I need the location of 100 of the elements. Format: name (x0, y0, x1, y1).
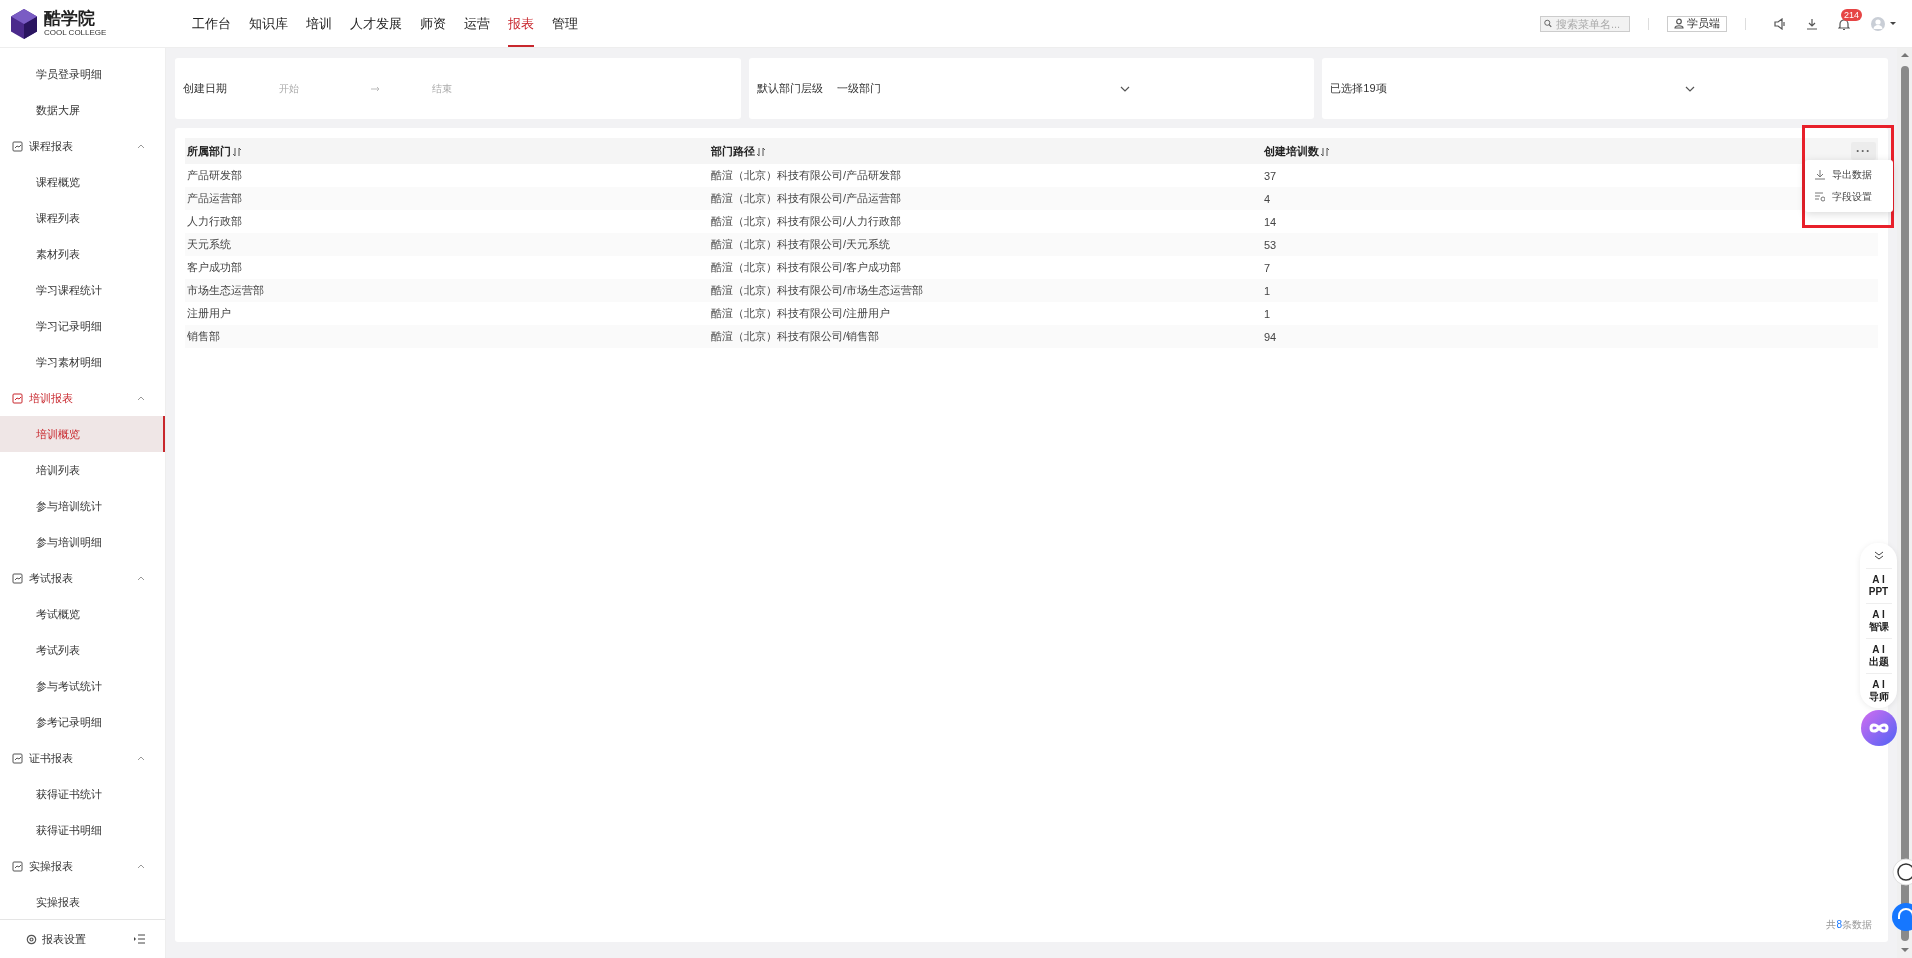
sort-icon (233, 147, 241, 156)
sidebar-item[interactable]: 数据大屏 (0, 92, 165, 128)
report-icon (12, 860, 23, 872)
report-icon (12, 752, 23, 764)
menu-item[interactable]: 字段设置 (1805, 186, 1893, 208)
table-cell: 酷渲（北京）科技有限公司/人力行政部 (709, 210, 1262, 233)
arrow-right-icon (371, 85, 380, 92)
table-cell: 产品研发部 (185, 164, 709, 187)
table-cell: 7 (1262, 256, 1462, 279)
ai-tool-button[interactable]: A I 导师 (1865, 673, 1892, 708)
ai-tool-button[interactable]: A I 出题 (1865, 638, 1892, 673)
nav-tab[interactable]: 知识库 (240, 0, 297, 47)
sidebar-item[interactable]: 学习课程统计 (0, 272, 165, 308)
chevron-up-icon (137, 574, 145, 582)
table-cell: 酷渲（北京）科技有限公司/产品研发部 (709, 164, 1262, 187)
sidebar-item[interactable]: 考试概览 (0, 596, 165, 632)
nav-tab[interactable]: 工作台 (183, 0, 240, 47)
table-cell: 人力行政部 (185, 210, 709, 233)
sidebar-item[interactable]: 参与培训统计 (0, 488, 165, 524)
sidebar-item[interactable]: 获得证书统计 (0, 776, 165, 812)
total-count: 共8条数据 (1826, 918, 1873, 932)
sidebar-item[interactable]: 实操报表 (0, 884, 165, 919)
list-settings-icon (1815, 192, 1825, 202)
nav-tab[interactable]: 管理 (543, 0, 587, 47)
sidebar-item[interactable]: 学习记录明细 (0, 308, 165, 344)
search-field[interactable]: 搜索菜单名... (1540, 15, 1630, 32)
bell-icon[interactable] (1838, 17, 1850, 30)
logo-icon (10, 7, 38, 40)
table-cell: 市场生态运营部 (185, 279, 709, 302)
sidebar-item[interactable]: 学习素材明细 (0, 344, 165, 380)
table-cell: 客户成功部 (185, 256, 709, 279)
report-settings-link[interactable]: 报表设置 (42, 931, 86, 947)
table-cell: 产品运营部 (185, 187, 709, 210)
notification-badge: 214 (1841, 8, 1863, 21)
sidebar-group[interactable]: 考试报表 (0, 560, 165, 596)
report-icon (12, 392, 23, 404)
end-date-field[interactable]: 结束 (424, 83, 524, 94)
chevron-up-icon (137, 394, 145, 402)
filter-label: 默认部门层级 (756, 81, 823, 96)
logo-tagline: COOL COLLEGE (44, 28, 107, 37)
table-cell: 酷渲（北京）科技有限公司/天元系统 (709, 233, 1262, 256)
column-header[interactable]: 创建培训数 (1262, 138, 1462, 164)
more-button[interactable]: ··· (1851, 142, 1876, 160)
sidebar-item[interactable]: 素材列表 (0, 236, 165, 272)
sidebar-item[interactable]: 课程列表 (0, 200, 165, 236)
start-date-field[interactable]: 开始 (271, 83, 371, 94)
sidebar-item[interactable]: 获得证书明细 (0, 812, 165, 848)
speaker-icon[interactable] (1774, 17, 1786, 30)
caret-icon[interactable] (1890, 22, 1896, 25)
chevron-up-icon (137, 142, 145, 150)
sidebar-group[interactable]: 课程报表 (0, 128, 165, 164)
filter-label: 创建日期 (183, 81, 228, 96)
sidebar-item[interactable]: 参考记录明细 (0, 704, 165, 740)
sidebar-group[interactable]: 培训报表 (0, 380, 165, 416)
help-icon[interactable] (1892, 858, 1912, 886)
sidebar-item[interactable]: 参与考试统计 (0, 668, 165, 704)
table-cell: 53 (1262, 233, 1462, 256)
sidebar-item[interactable]: 培训列表 (0, 452, 165, 488)
settings-icon (26, 933, 37, 945)
sidebar-item[interactable]: 参与培训明细 (0, 524, 165, 560)
download-icon (1815, 170, 1825, 180)
sidebar-item[interactable]: 课程概览 (0, 164, 165, 200)
nav-tab[interactable]: 报表 (499, 0, 543, 47)
chevron-up-icon (137, 754, 145, 762)
ai-tool-button[interactable]: A I PPT (1865, 568, 1892, 603)
sidebar-item[interactable]: 考试列表 (0, 632, 165, 668)
dept-level-select[interactable]: 一级部门 (836, 81, 1307, 96)
double-chevron-down-icon[interactable] (1873, 551, 1884, 560)
logo-text: 酷学院 (44, 10, 96, 28)
sidebar-item[interactable]: 学员登录明细 (0, 56, 165, 92)
chevron-down-icon (1120, 85, 1131, 92)
sidebar-group[interactable]: 证书报表 (0, 740, 165, 776)
sort-icon (1321, 147, 1329, 156)
column-header[interactable]: 所属部门 (185, 138, 709, 164)
table-cell: 酷渲（北京）科技有限公司/产品运营部 (709, 187, 1262, 210)
table-cell: 37 (1262, 164, 1462, 187)
headset-icon[interactable] (1892, 903, 1912, 931)
column-header[interactable]: 部门路径 (709, 138, 1262, 164)
dimension-select[interactable]: 已选择19项 (1330, 81, 1880, 96)
menu-item[interactable]: 导出数据 (1805, 164, 1893, 186)
table-cell: 酷渲（北京）科技有限公司/销售部 (709, 325, 1262, 348)
search-icon (1544, 18, 1552, 29)
nav-tab[interactable]: 培训 (297, 0, 341, 47)
sort-icon (757, 147, 765, 156)
nav-tab[interactable]: 人才发展 (341, 0, 411, 47)
download-icon[interactable] (1806, 17, 1818, 30)
chevron-up-icon (137, 862, 145, 870)
sidebar-group[interactable]: 实操报表 (0, 848, 165, 884)
collapse-menu-icon[interactable] (134, 934, 145, 944)
infinity-logo-icon[interactable] (1860, 710, 1897, 746)
table-cell: 天元系统 (185, 233, 709, 256)
ai-tool-button[interactable]: A I 智课 (1865, 603, 1892, 638)
person-icon (1674, 18, 1684, 29)
nav-tab[interactable]: 师资 (411, 0, 455, 47)
table-cell: 94 (1262, 325, 1462, 348)
table-cell: 4 (1262, 187, 1462, 210)
table-cell: 1 (1262, 279, 1462, 302)
sidebar-item[interactable]: 培训概览 (0, 416, 165, 452)
nav-tab[interactable]: 运营 (455, 0, 499, 47)
student-portal-button[interactable]: 学员端 (1667, 15, 1727, 32)
